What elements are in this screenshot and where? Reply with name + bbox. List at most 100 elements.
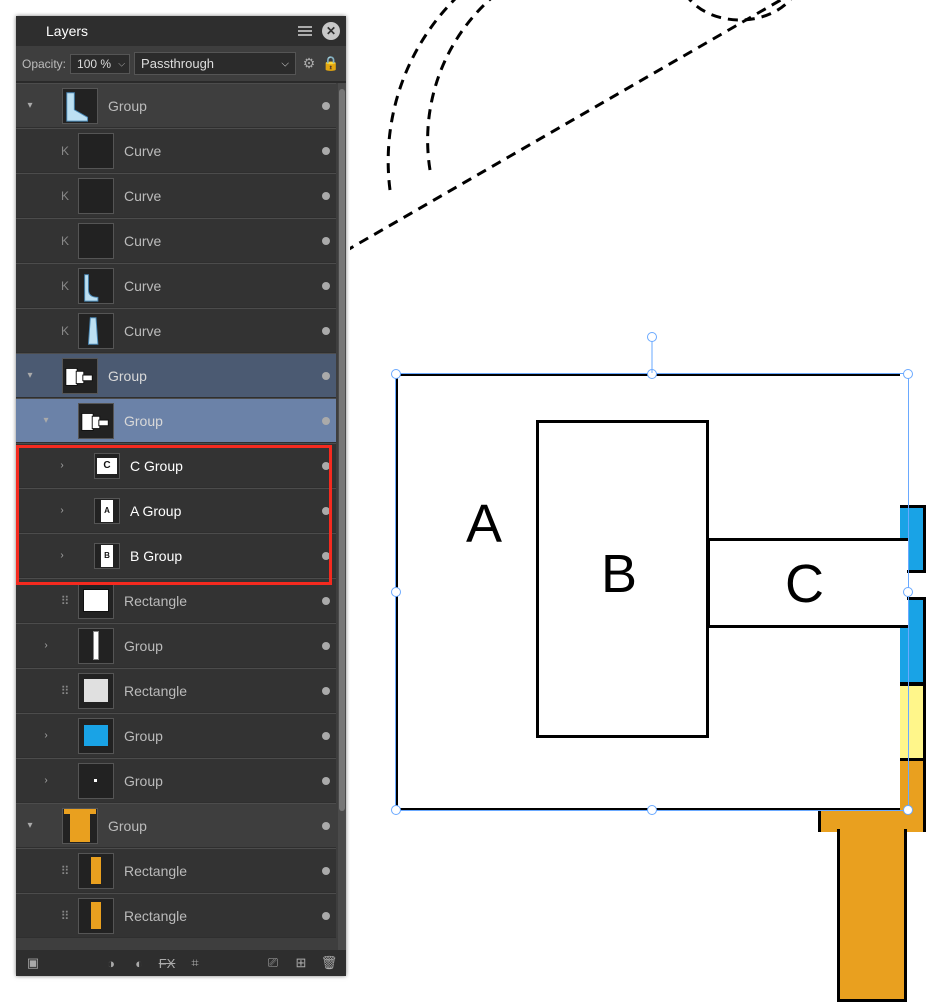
- selection-handle[interactable]: [903, 369, 913, 379]
- layer-thumbnail: [78, 763, 114, 799]
- selection-handle[interactable]: [391, 805, 401, 815]
- selection-bounding-box[interactable]: [395, 373, 909, 811]
- layers-tab[interactable]: Layers: [36, 19, 98, 43]
- layer-row-grp3[interactable]: › Group: [16, 623, 336, 668]
- visibility-toggle[interactable]: [322, 732, 330, 740]
- layers-bottom-toolbar: ▣ ◑ ◐ FX ⌗ ⎚ ⊞ 🗑: [16, 950, 346, 976]
- visibility-toggle[interactable]: [322, 597, 330, 605]
- visibility-toggle[interactable]: [322, 552, 330, 560]
- expander-icon[interactable]: ›: [40, 640, 52, 651]
- layer-row-cv5[interactable]: KCurve: [16, 308, 336, 353]
- visibility-toggle[interactable]: [322, 372, 330, 380]
- trash-icon[interactable]: 🗑: [320, 955, 338, 971]
- panel-close-icon[interactable]: ✕: [322, 22, 340, 40]
- layer-thumbnail: [78, 853, 114, 889]
- layer-row-rect3[interactable]: ⠿Rectangle: [16, 848, 336, 893]
- layer-row-rect4[interactable]: ⠿Rectangle: [16, 893, 336, 938]
- visibility-toggle[interactable]: [322, 777, 330, 785]
- mask-icon[interactable]: ◑: [102, 956, 120, 971]
- layers-scroll: ▾GroupKCurveKCurveKCurveKCurveKCurve▾Gro…: [16, 82, 346, 950]
- layers-icon[interactable]: ▣: [24, 955, 42, 971]
- layer-row-rect2[interactable]: ⠿Rectangle: [16, 668, 336, 713]
- layer-thumbnail: [62, 358, 98, 394]
- gear-icon[interactable]: ⚙: [300, 55, 318, 73]
- panel-grip-icon[interactable]: [22, 25, 28, 37]
- layer-label: Group: [124, 638, 318, 654]
- layer-row-grp2[interactable]: ▾ Group: [16, 398, 336, 443]
- visibility-toggle[interactable]: [322, 282, 330, 290]
- layer-thumbnail: [78, 313, 114, 349]
- layer-label: Group: [108, 818, 318, 834]
- layer-label: Rectangle: [124, 863, 318, 879]
- layer-row-rect1[interactable]: ⠿Rectangle: [16, 578, 336, 623]
- curve-type-icon: K: [56, 234, 74, 248]
- visibility-toggle[interactable]: [322, 867, 330, 875]
- expander-icon[interactable]: ›: [40, 775, 52, 786]
- panel-menu-icon[interactable]: [296, 22, 314, 40]
- layer-label: Group: [124, 413, 318, 429]
- layers-list: ▾GroupKCurveKCurveKCurveKCurveKCurve▾Gro…: [16, 83, 336, 938]
- visibility-toggle[interactable]: [322, 912, 330, 920]
- opacity-input[interactable]: 100 % ⌵: [70, 54, 130, 74]
- expander-icon[interactable]: ▾: [24, 820, 36, 831]
- add-pixel-icon[interactable]: ⊞: [292, 955, 310, 971]
- expander-icon[interactable]: ▾: [24, 370, 36, 381]
- visibility-toggle[interactable]: [322, 147, 330, 155]
- layer-label: Group: [124, 728, 318, 744]
- expander-icon[interactable]: ›: [56, 460, 68, 471]
- layer-label: B Group: [130, 548, 318, 564]
- orange-shape-bottom: [837, 829, 907, 1002]
- layer-row-bgrp[interactable]: ›BB Group: [16, 533, 336, 578]
- visibility-toggle[interactable]: [322, 687, 330, 695]
- layer-row-cgrp[interactable]: ›CC Group: [16, 443, 336, 488]
- selection-handle[interactable]: [391, 587, 401, 597]
- selection-rotate-handle[interactable]: [647, 332, 657, 342]
- visibility-toggle[interactable]: [322, 327, 330, 335]
- scrollbar[interactable]: [338, 83, 346, 950]
- layer-thumbnail: [78, 718, 114, 754]
- expander-icon[interactable]: ›: [56, 505, 68, 516]
- layer-thumbnail: A: [94, 498, 120, 524]
- visibility-toggle[interactable]: [322, 192, 330, 200]
- selection-handle[interactable]: [391, 369, 401, 379]
- expander-icon[interactable]: ›: [40, 730, 52, 741]
- chevron-down-icon: ⌵: [281, 58, 289, 69]
- scrollbar-thumb[interactable]: [339, 89, 345, 811]
- layer-thumbnail: [78, 673, 114, 709]
- layer-thumbnail: [78, 628, 114, 664]
- expander-icon[interactable]: ›: [56, 550, 68, 561]
- selection-handle[interactable]: [903, 805, 913, 815]
- expander-icon[interactable]: ▾: [40, 415, 52, 426]
- add-layer-icon[interactable]: ⎚: [264, 955, 282, 971]
- visibility-toggle[interactable]: [322, 462, 330, 470]
- selection-handle[interactable]: [903, 587, 913, 597]
- layer-row-grp0[interactable]: ▾Group: [16, 83, 336, 128]
- layer-row-grp1[interactable]: ▾Group: [16, 353, 336, 398]
- fx-icon[interactable]: FX: [158, 956, 176, 971]
- blend-mode-select[interactable]: Passthrough ⌵: [134, 52, 296, 75]
- visibility-toggle[interactable]: [322, 642, 330, 650]
- layer-row-grp4[interactable]: › Group: [16, 713, 336, 758]
- visibility-toggle[interactable]: [322, 507, 330, 515]
- layer-row-cv1[interactable]: KCurve: [16, 128, 336, 173]
- layer-thumbnail: [78, 178, 114, 214]
- selection-handle[interactable]: [647, 805, 657, 815]
- layer-row-cv2[interactable]: KCurve: [16, 173, 336, 218]
- panel-header: Layers ✕: [16, 16, 346, 46]
- layer-row-grp6[interactable]: ▾ Group: [16, 803, 336, 848]
- visibility-toggle[interactable]: [322, 102, 330, 110]
- layer-row-agrp[interactable]: ›AA Group: [16, 488, 336, 533]
- lock-icon[interactable]: 🔒: [322, 55, 340, 73]
- layer-row-cv3[interactable]: KCurve: [16, 218, 336, 263]
- grid-icon[interactable]: ⌗: [186, 955, 204, 971]
- visibility-toggle[interactable]: [322, 822, 330, 830]
- layers-panel: Layers ✕ Opacity: 100 % ⌵ Passthrough ⌵ …: [16, 16, 346, 976]
- layer-row-cv4[interactable]: KCurve: [16, 263, 336, 308]
- visibility-toggle[interactable]: [322, 417, 330, 425]
- adjust-icon[interactable]: ◐: [130, 956, 148, 971]
- selection-handle[interactable]: [647, 369, 657, 379]
- canvas[interactable]: A B C: [350, 0, 926, 1002]
- layer-row-grp5[interactable]: ›Group: [16, 758, 336, 803]
- expander-icon[interactable]: ▾: [24, 100, 36, 111]
- visibility-toggle[interactable]: [322, 237, 330, 245]
